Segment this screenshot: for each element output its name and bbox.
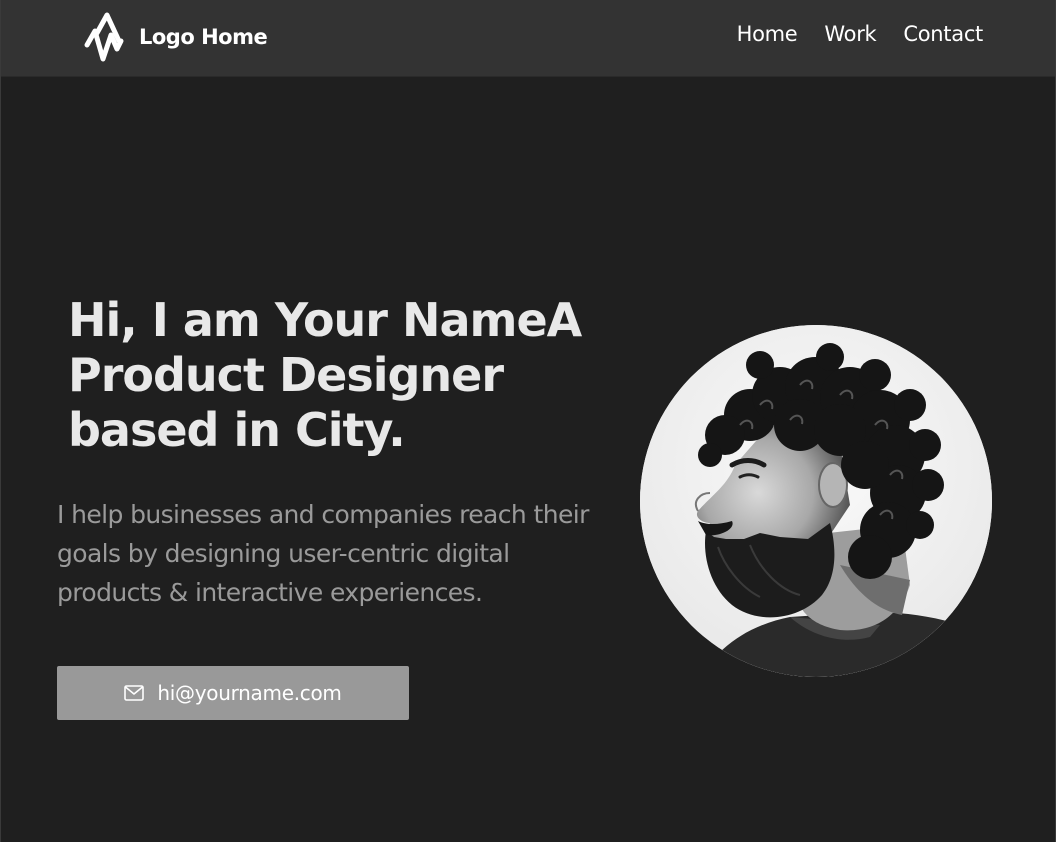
- hero-title-line-3: based in City.: [68, 403, 406, 457]
- page: Logo Home Home Work Contact Hi, I am You…: [0, 0, 1056, 842]
- portrait-illustration: [640, 325, 992, 677]
- mail-icon: [124, 685, 145, 701]
- email-button-label: hi@yourname.com: [157, 681, 342, 705]
- logo-home-link[interactable]: Logo Home: [83, 11, 268, 63]
- hero-description-line-2: goals by designing user-centric digital: [57, 539, 510, 568]
- nav-work[interactable]: Work: [824, 22, 876, 46]
- portrait-photo: [640, 325, 992, 677]
- logo-text: Logo Home: [139, 25, 268, 49]
- site-header: Logo Home Home Work Contact: [1, 0, 1055, 77]
- hero-description-line-1: I help businesses and companies reach th…: [57, 500, 589, 529]
- email-button[interactable]: hi@yourname.com: [57, 666, 409, 720]
- hero-title-line-1: Hi, I am Your NameA: [68, 293, 582, 347]
- main-nav: Home Work Contact: [737, 22, 984, 46]
- hero-description: I help businesses and companies reach th…: [57, 495, 637, 612]
- nav-home[interactable]: Home: [737, 22, 798, 46]
- hero-description-line-3: products & interactive experiences.: [57, 578, 483, 607]
- hero-title: Hi, I am Your NameA Product Designer bas…: [68, 293, 588, 458]
- hero-title-line-2: Product Designer: [68, 348, 504, 402]
- nav-contact[interactable]: Contact: [903, 22, 983, 46]
- logo-icon: [84, 12, 124, 62]
